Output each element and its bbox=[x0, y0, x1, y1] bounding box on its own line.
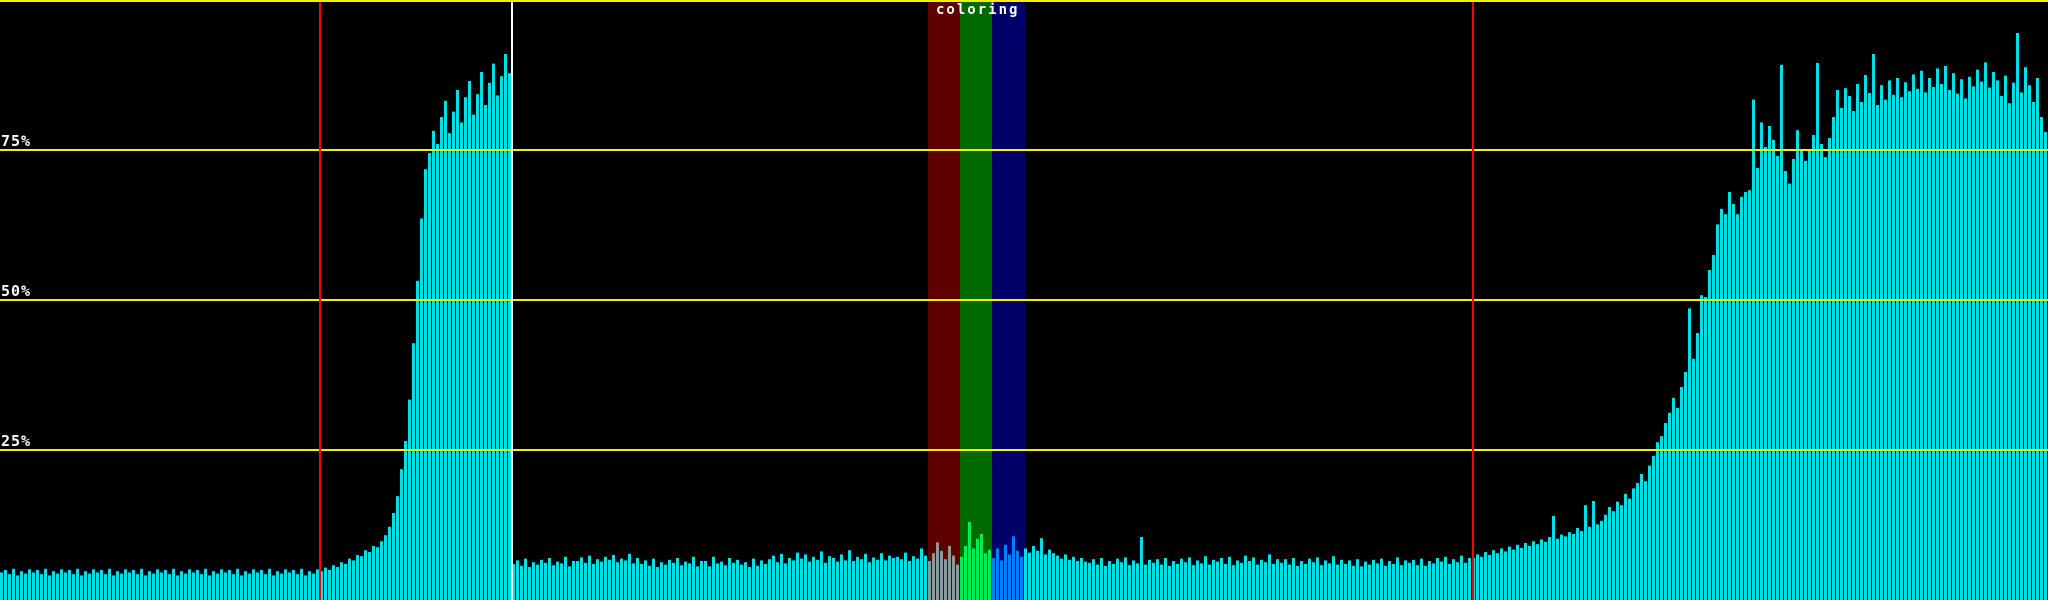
y-axis-label-75: 75% bbox=[1, 132, 32, 150]
coloring-label: coloring bbox=[936, 2, 1020, 18]
histogram-panel: coloring 75% 50% 25% bbox=[0, 0, 2048, 600]
y-axis-label-25: 25% bbox=[1, 432, 32, 450]
label-layer: coloring 75% 50% 25% bbox=[0, 0, 2048, 600]
y-axis-label-50: 50% bbox=[1, 282, 32, 300]
